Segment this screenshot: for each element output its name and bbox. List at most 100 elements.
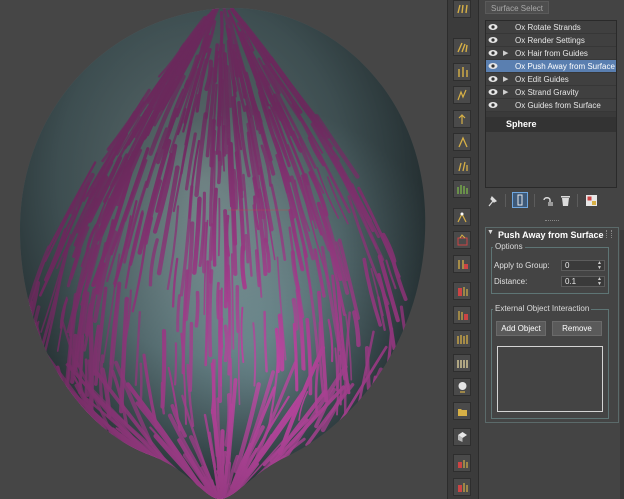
hair-strand bbox=[331, 426, 382, 454]
eye-icon[interactable] bbox=[488, 49, 498, 57]
modifier-row[interactable]: ▶ Ox Edit Guides bbox=[486, 73, 616, 86]
distance-spinner[interactable]: 0.1 ▲ ▼ bbox=[561, 276, 605, 287]
modifier-label: Ox Edit Guides bbox=[515, 75, 569, 84]
base-object-label: Sphere bbox=[506, 119, 537, 129]
toolbar-divider bbox=[534, 194, 535, 207]
hair-strand bbox=[20, 394, 78, 439]
add-object-button[interactable]: Add Object bbox=[496, 321, 546, 336]
tool-button-1[interactable] bbox=[453, 0, 471, 18]
hair-strand bbox=[233, 489, 248, 499]
modifier-label: Ox Hair from Guides bbox=[515, 49, 588, 58]
apply-to-group-label: Apply to Group: bbox=[494, 261, 550, 270]
tool-button-9[interactable] bbox=[453, 208, 471, 226]
expand-arrow-icon[interactable]: ▶ bbox=[503, 47, 509, 60]
modifier-row[interactable]: Ox Rotate Strands bbox=[486, 21, 616, 34]
tool-button-17[interactable] bbox=[453, 402, 471, 420]
make-unique-icon[interactable] bbox=[541, 194, 554, 207]
distance-label: Distance: bbox=[494, 277, 528, 286]
remove-object-button[interactable]: Remove bbox=[552, 321, 602, 336]
arrow-tool-icon bbox=[458, 114, 466, 124]
tool-button-7[interactable] bbox=[453, 157, 471, 175]
show-end-result-icon[interactable] bbox=[512, 192, 528, 208]
tool-button-13[interactable] bbox=[453, 306, 471, 324]
hair-strand bbox=[234, 491, 245, 499]
tool-button-16[interactable] bbox=[453, 378, 471, 396]
spinner-arrows-icon[interactable]: ▲ ▼ bbox=[597, 261, 602, 271]
ornatrix-vertical-toolbar bbox=[447, 0, 479, 499]
eye-icon[interactable] bbox=[488, 75, 498, 83]
panel-scrollbar[interactable] bbox=[620, 230, 624, 499]
base-object-row[interactable]: Sphere bbox=[486, 117, 616, 132]
hair-strand bbox=[343, 410, 408, 446]
modifier-label: Ox Strand Gravity bbox=[515, 88, 579, 97]
viewport[interactable] bbox=[0, 0, 447, 499]
remove-modifier-icon[interactable] bbox=[559, 194, 572, 207]
external-object-group-label: External Object Interaction bbox=[493, 304, 592, 313]
tool-button-15[interactable] bbox=[453, 354, 471, 372]
hair-strand bbox=[413, 326, 423, 409]
frizz-tool-icon bbox=[457, 89, 467, 101]
modifier-label: Ox Rotate Strands bbox=[515, 23, 581, 32]
rollout-collapse-icon[interactable]: ▼ bbox=[487, 229, 494, 236]
eye-icon[interactable] bbox=[488, 101, 498, 109]
eye-icon[interactable] bbox=[488, 62, 498, 70]
spinner-arrows-icon[interactable]: ▲ ▼ bbox=[597, 277, 602, 287]
eye-icon[interactable] bbox=[488, 23, 498, 31]
clump-tool-icon bbox=[458, 136, 468, 148]
folder-tool-icon bbox=[458, 409, 467, 416]
hair-strand bbox=[351, 400, 390, 433]
tool-button-11[interactable] bbox=[453, 255, 471, 273]
export-tool-icon bbox=[458, 460, 468, 468]
tool-button-2[interactable] bbox=[453, 38, 471, 56]
configure-sets-icon[interactable] bbox=[585, 194, 598, 207]
rollout-title[interactable]: Push Away from Surface bbox=[498, 230, 604, 240]
modifier-row[interactable]: Ox Guides from Surface bbox=[486, 99, 616, 112]
scatter-tool-icon bbox=[457, 212, 467, 223]
modifier-stack-list[interactable]: Ox Rotate Strands Ox Render Settings ▶ O… bbox=[485, 20, 617, 188]
panel-divider-grip[interactable] bbox=[545, 220, 559, 223]
toolbar-divider bbox=[577, 194, 578, 207]
toolbar-divider bbox=[505, 194, 506, 207]
sphere-tool-icon bbox=[458, 382, 467, 393]
pin-stack-icon[interactable] bbox=[486, 194, 499, 207]
hair-strand bbox=[20, 300, 34, 382]
stack-toolbar bbox=[479, 192, 624, 210]
modifier-row[interactable]: Ox Render Settings bbox=[486, 34, 616, 47]
eye-icon[interactable] bbox=[488, 88, 498, 96]
hair-tool-icon bbox=[457, 4, 468, 14]
tool-button-10[interactable] bbox=[453, 231, 471, 249]
hair-sphere-render bbox=[20, 8, 426, 499]
expand-arrow-icon[interactable]: ▶ bbox=[503, 86, 509, 99]
external-objects-list[interactable] bbox=[497, 346, 603, 412]
tool-button-19[interactable] bbox=[453, 454, 471, 472]
expand-arrow-icon[interactable]: ▶ bbox=[503, 73, 509, 86]
modifier-row[interactable]: ▶ Ox Strand Gravity bbox=[486, 86, 616, 99]
modifier-label: Ox Render Settings bbox=[515, 36, 585, 45]
tool-button-20[interactable] bbox=[453, 478, 471, 496]
command-panel: Surface Select Ox Rotate Strands Ox Rend… bbox=[479, 0, 624, 499]
options-group-label: Options bbox=[493, 242, 525, 251]
mesh-tool-icon bbox=[457, 234, 468, 246]
apply-to-group-spinner[interactable]: 0 ▲ ▼ bbox=[561, 260, 605, 271]
tool-button-5[interactable] bbox=[453, 110, 471, 128]
tool-button-6[interactable] bbox=[453, 133, 471, 151]
render-tool-icon bbox=[458, 287, 468, 296]
edit-tool-icon bbox=[457, 335, 468, 344]
braid-tool-icon bbox=[458, 260, 468, 269]
surface-select-button[interactable]: Surface Select bbox=[485, 1, 549, 14]
tool-button-12[interactable] bbox=[453, 282, 471, 300]
distance-value: 0.1 bbox=[565, 277, 577, 286]
rollout-drag-handle[interactable] bbox=[606, 230, 612, 238]
hair-strand bbox=[404, 332, 412, 401]
tool-button-18[interactable] bbox=[453, 428, 471, 446]
tool-button-3[interactable] bbox=[453, 63, 471, 81]
tool-button-4[interactable] bbox=[453, 86, 471, 104]
tool-button-8[interactable] bbox=[453, 180, 471, 198]
eye-icon[interactable] bbox=[488, 36, 498, 44]
stack-tool-icon bbox=[457, 360, 468, 368]
cube-tool-icon bbox=[458, 432, 467, 442]
modifier-row-selected[interactable]: Ox Push Away from Surface bbox=[486, 60, 616, 73]
tool-button-14[interactable] bbox=[453, 330, 471, 348]
hair-strand bbox=[178, 487, 203, 499]
modifier-row[interactable]: ▶ Ox Hair from Guides bbox=[486, 47, 616, 60]
